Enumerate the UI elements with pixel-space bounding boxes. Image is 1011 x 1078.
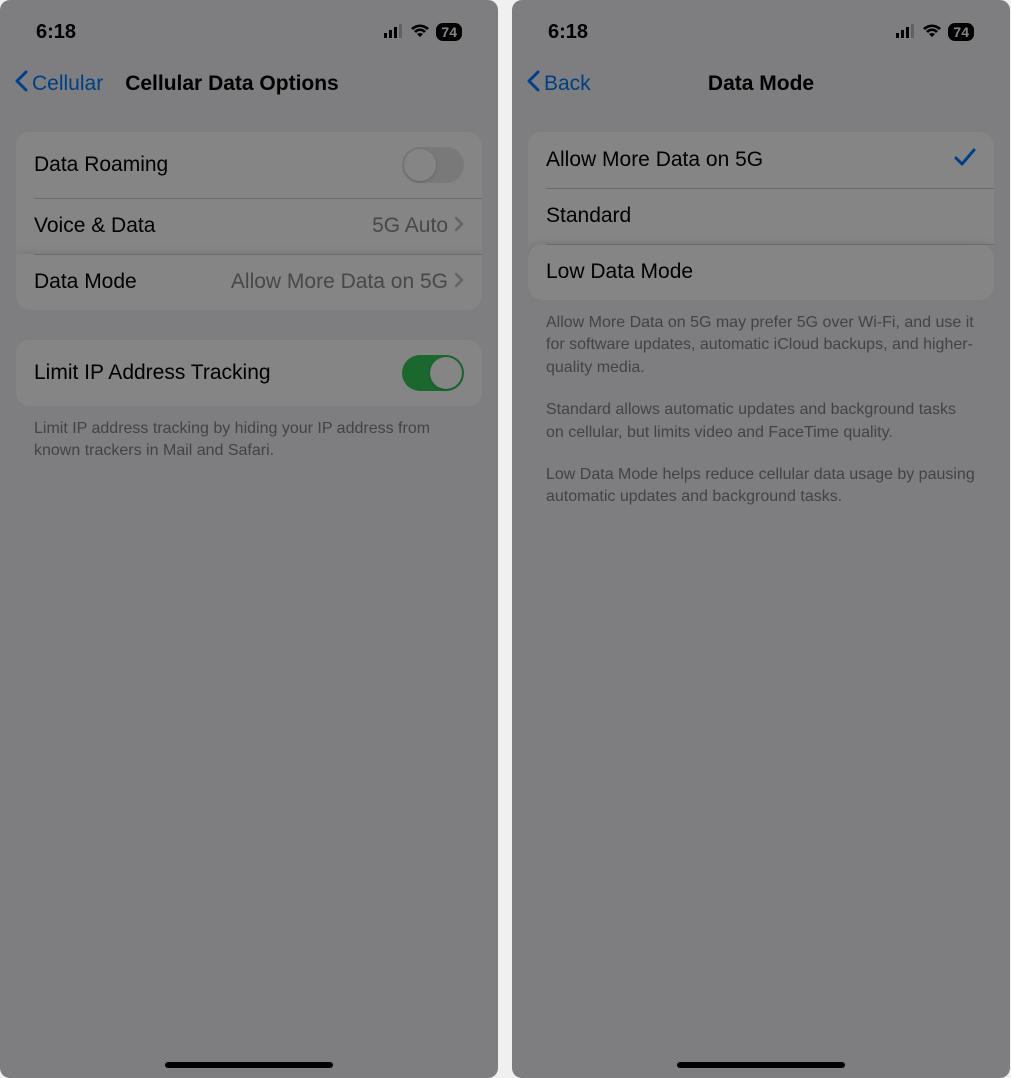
toggle-knob bbox=[404, 149, 436, 181]
row-limit-ip-tracking[interactable]: Limit IP Address Tracking bbox=[16, 340, 482, 406]
row-label: Standard bbox=[546, 204, 976, 228]
battery-level-icon: 74 bbox=[948, 23, 974, 41]
chevron-left-icon bbox=[14, 70, 28, 98]
back-label: Back bbox=[544, 72, 591, 96]
status-bar: 6:18 74 bbox=[512, 0, 1010, 52]
cellular-signal-icon bbox=[896, 21, 916, 44]
page-title: Data Mode bbox=[708, 72, 814, 96]
chevron-right-icon bbox=[454, 272, 464, 293]
cellular-signal-icon bbox=[384, 21, 404, 44]
row-label: Low Data Mode bbox=[546, 260, 976, 284]
home-indicator[interactable] bbox=[165, 1062, 333, 1068]
row-detail: Allow More Data on 5G bbox=[231, 270, 448, 294]
toggle-data-roaming[interactable] bbox=[402, 147, 464, 183]
status-time: 6:18 bbox=[548, 21, 588, 44]
back-button[interactable]: Cellular bbox=[14, 70, 103, 98]
chevron-right-icon bbox=[454, 216, 464, 237]
footer-text-standard: Standard allows automatic updates and ba… bbox=[528, 399, 994, 464]
chevron-left-icon bbox=[526, 70, 540, 98]
row-label: Data Mode bbox=[34, 270, 231, 294]
row-label: Data Roaming bbox=[34, 153, 402, 177]
row-voice-and-data[interactable]: Voice & Data 5G Auto bbox=[16, 198, 482, 254]
footer-text-low-data: Low Data Mode helps reduce cellular data… bbox=[528, 464, 994, 529]
row-data-mode[interactable]: Data Mode Allow More Data on 5G bbox=[16, 254, 482, 310]
option-standard[interactable]: Standard bbox=[528, 188, 994, 244]
option-allow-more-5g[interactable]: Allow More Data on 5G bbox=[528, 132, 994, 188]
settings-group-privacy: Limit IP Address Tracking bbox=[16, 340, 482, 406]
battery-level-icon: 74 bbox=[436, 23, 462, 41]
back-button[interactable]: Back bbox=[526, 70, 591, 98]
footer-text-allow-more: Allow More Data on 5G may prefer 5G over… bbox=[528, 312, 994, 399]
nav-bar: Back Data Mode bbox=[512, 52, 1010, 112]
settings-group-data-mode-options: Allow More Data on 5G Standard Low Data … bbox=[528, 132, 994, 300]
wifi-icon bbox=[922, 21, 942, 44]
back-label: Cellular bbox=[32, 72, 103, 96]
settings-content: Data Roaming Voice & Data 5G Auto Data M… bbox=[0, 112, 498, 483]
phone-screenshot-cellular-data-options: 6:18 74 Cellular Cellular Data Options D… bbox=[0, 0, 498, 1078]
phone-screenshot-data-mode: 6:18 74 Back Data Mode Allow More Data o… bbox=[512, 0, 1010, 1078]
settings-group-cellular: Data Roaming Voice & Data 5G Auto Data M… bbox=[16, 132, 482, 310]
status-indicators: 74 bbox=[896, 21, 974, 44]
option-low-data-mode[interactable]: Low Data Mode bbox=[528, 244, 994, 300]
status-bar: 6:18 74 bbox=[0, 0, 498, 52]
toggle-limit-ip[interactable] bbox=[402, 355, 464, 391]
row-label: Limit IP Address Tracking bbox=[34, 361, 402, 385]
nav-bar: Cellular Cellular Data Options bbox=[0, 52, 498, 112]
wifi-icon bbox=[410, 21, 430, 44]
footer-text-ip: Limit IP address tracking by hiding your… bbox=[16, 418, 482, 483]
row-data-roaming[interactable]: Data Roaming bbox=[16, 132, 482, 198]
row-label: Voice & Data bbox=[34, 214, 372, 238]
checkmark-icon bbox=[954, 147, 976, 173]
row-detail: 5G Auto bbox=[372, 214, 448, 238]
home-indicator[interactable] bbox=[677, 1062, 845, 1068]
row-label: Allow More Data on 5G bbox=[546, 148, 954, 172]
settings-content: Allow More Data on 5G Standard Low Data … bbox=[512, 112, 1010, 529]
toggle-knob bbox=[430, 357, 462, 389]
status-time: 6:18 bbox=[36, 21, 76, 44]
status-indicators: 74 bbox=[384, 21, 462, 44]
page-title: Cellular Data Options bbox=[125, 72, 339, 96]
